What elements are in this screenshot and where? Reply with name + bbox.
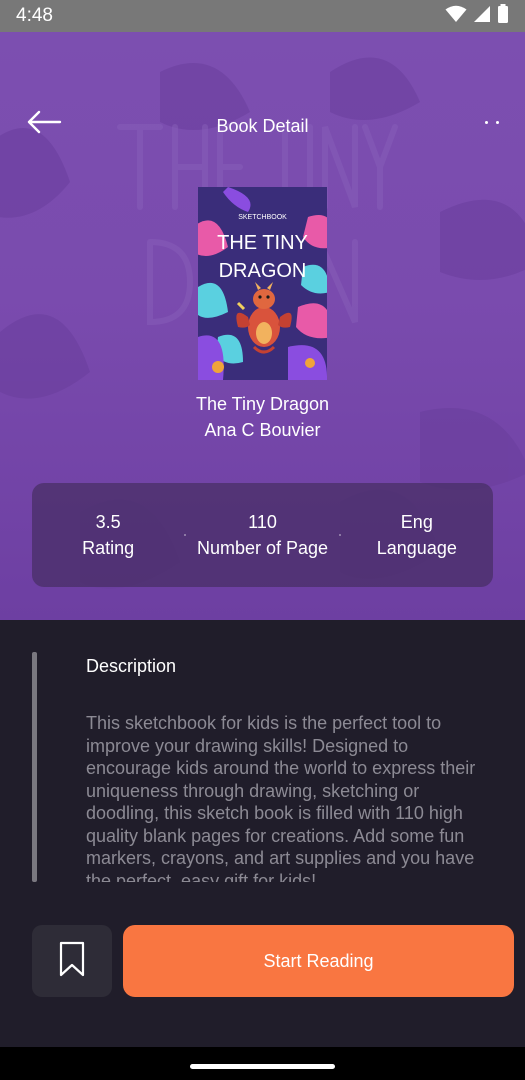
stat-language: Eng Language [341,509,493,561]
cover-title-line1: THE TINY [217,232,308,254]
book-stats-card: 3.5 Rating 110 Number of Page Eng Langua… [32,483,493,587]
book-cover: SKETCHBOOK THE TINY DRAGON [198,187,327,380]
stat-rating: 3.5 Rating [32,509,184,561]
stat-value: Eng [400,512,433,532]
stat-label: Language [376,538,457,558]
more-dot-icon [485,120,488,124]
battery-icon [497,4,509,28]
start-reading-button[interactable]: Start Reading [123,925,514,997]
page-title: Book Detail [216,116,309,136]
stat-pages: 110 Number of Page [186,509,338,561]
wifi-icon [445,5,467,28]
more-dot-icon [496,120,499,124]
signal-icon [473,5,491,28]
description-heading: Description [86,656,177,676]
bookmark-button[interactable] [32,925,112,997]
more-options-button[interactable] [477,108,507,136]
status-time: 4:48 [16,5,53,26]
status-bar: 4:48 [0,0,525,32]
stat-value: 3.5 [95,512,121,532]
description-text: This sketchbook for kids is the perfect … [86,713,476,882]
description-scrollbar[interactable] [32,652,37,882]
stat-value: 110 [248,512,277,532]
stat-label: Number of Page [196,538,329,558]
book-author: Ana C Bouvier [204,420,321,440]
bookmark-icon [59,941,85,982]
stat-label: Rating [82,538,135,558]
home-indicator[interactable] [190,1064,335,1069]
cover-title-line2: DRAGON [219,260,307,282]
book-title: The Tiny Dragon [195,394,330,414]
cover-kicker: SKETCHBOOK [238,214,287,221]
